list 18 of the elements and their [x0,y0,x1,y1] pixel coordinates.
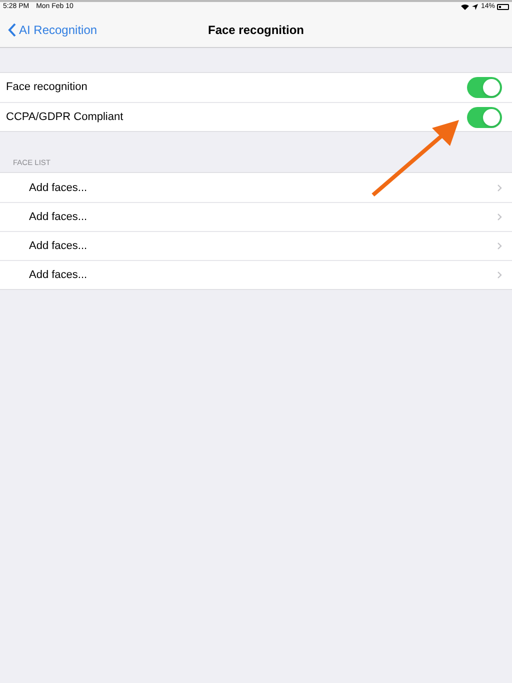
chevron-icon [497,242,502,250]
nav-title: Face recognition [208,22,304,38]
chevron-icon [497,271,502,280]
wifi-icon [460,4,469,10]
location-icon [472,4,478,10]
toggle-switch[interactable] [467,77,502,98]
battery-icon [497,4,509,10]
chevron-icon [497,213,502,222]
face-list-item[interactable]: Add faces... [0,231,512,260]
toggle-switch[interactable] [467,106,502,128]
chevron-icon [497,184,502,192]
setting-label: CCPA/GDPR Compliant [6,110,124,125]
back-chevron-icon [8,22,16,36]
back-button[interactable]: AI Recognition [0,20,98,38]
face-list-item[interactable]: Add faces... [0,260,512,290]
setting-label: Face recognition [6,80,88,96]
face-list-item[interactable]: Add faces... [0,173,512,202]
face-list-item[interactable]: Add faces... [0,202,512,232]
